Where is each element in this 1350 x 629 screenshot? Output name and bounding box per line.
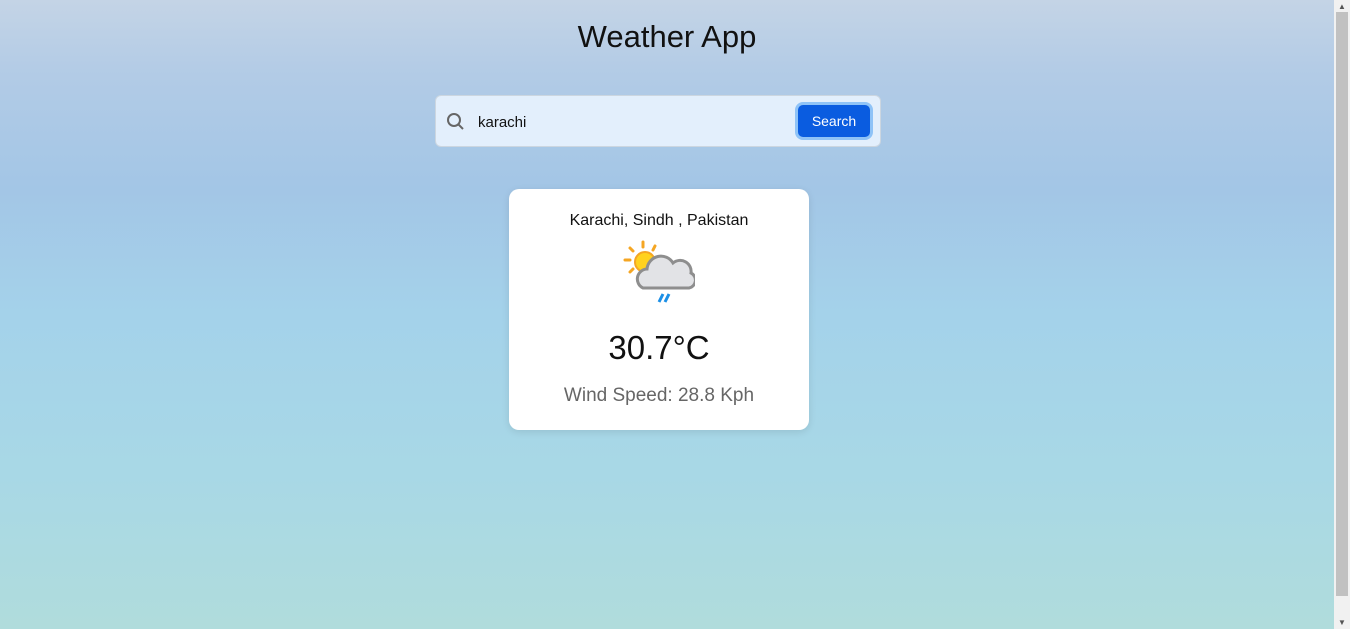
location: Karachi, Sindh , Pakistan <box>569 212 749 229</box>
scroll-up-icon[interactable]: ▲ <box>1338 2 1346 11</box>
weather-card: Karachi, Sindh , Pakistan 30.7°C Wind Sp… <box>509 189 809 430</box>
partly-cloudy-rain-icon <box>623 240 697 303</box>
wind-speed: Wind Speed: 28.8 Kph <box>563 385 755 406</box>
search-input[interactable] <box>476 109 780 135</box>
scrollbar-thumb[interactable] <box>1336 12 1348 596</box>
scroll-down-icon[interactable]: ▼ <box>1338 618 1346 627</box>
search-bar: Search <box>435 95 881 147</box>
temperature: 30.7°C <box>608 329 710 366</box>
search-icon <box>447 113 464 130</box>
scrollbar[interactable]: ▲ ▼ <box>1334 0 1350 629</box>
search-button[interactable]: Search <box>795 102 873 140</box>
page-title: Weather App <box>577 19 757 54</box>
